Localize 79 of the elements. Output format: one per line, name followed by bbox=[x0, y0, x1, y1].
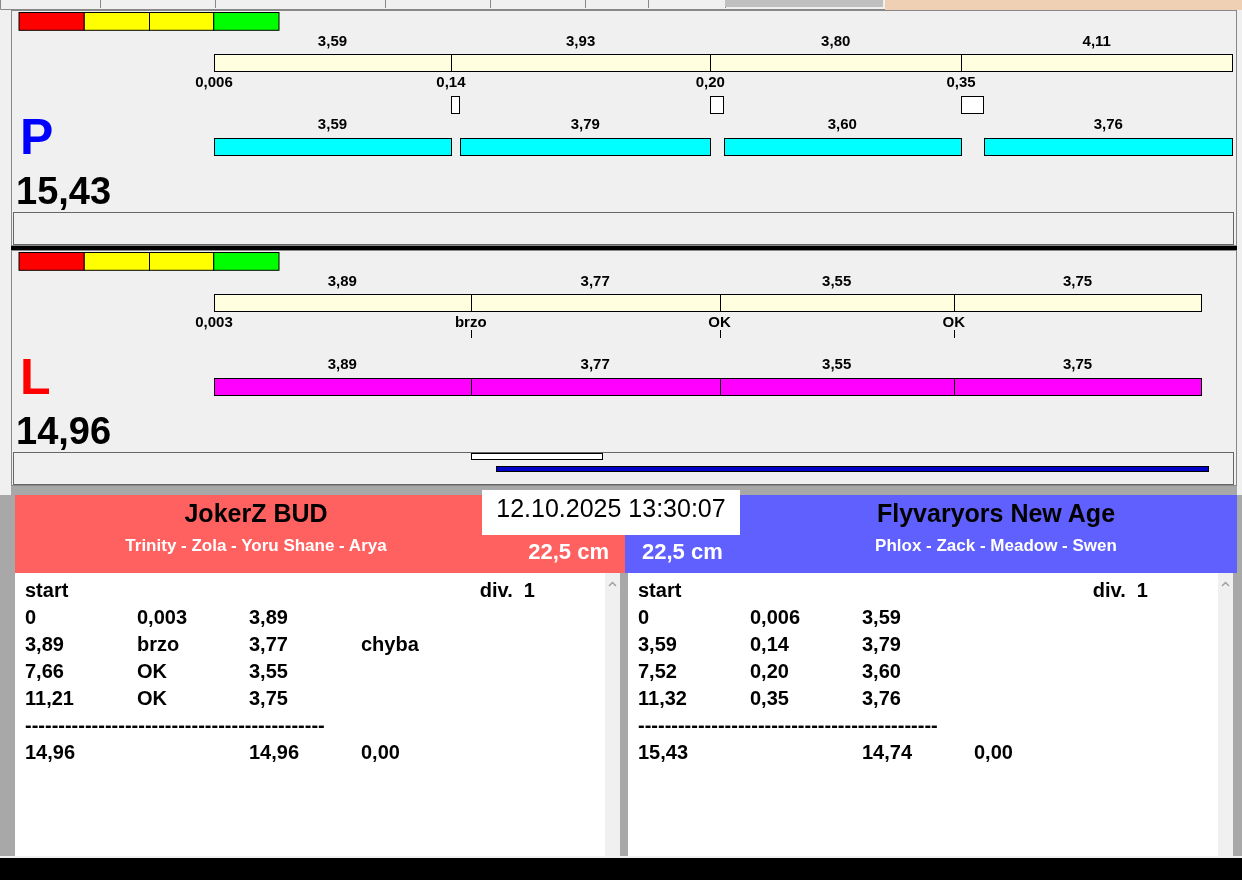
split-time: 3,93 bbox=[566, 32, 596, 49]
distance: 22,5 cm bbox=[641, 539, 724, 565]
result-cell-text: 3,55 bbox=[249, 659, 289, 684]
reaction-box bbox=[961, 95, 985, 114]
run-time: 3,79 bbox=[570, 115, 600, 132]
split-time: 3,89 bbox=[327, 272, 357, 289]
reaction-time: 0,14 bbox=[436, 73, 466, 90]
team-name: Flyvaryors New Age bbox=[875, 499, 1117, 528]
start-label: start bbox=[638, 578, 682, 603]
result-cell-text: 0,14 bbox=[750, 632, 790, 657]
result-cell-text: 7,66 bbox=[25, 659, 65, 684]
scrollbar[interactable] bbox=[605, 573, 620, 856]
run-time: 3,55 bbox=[822, 355, 852, 372]
split-time: 3,75 bbox=[1063, 272, 1093, 289]
result-cell-text: 0 bbox=[25, 605, 38, 630]
split-time: 3,55 bbox=[822, 272, 852, 289]
result-cell-text: OK bbox=[137, 659, 168, 684]
result-cell-text: 3,77 bbox=[249, 632, 289, 657]
result-cell-text: 14,74 bbox=[862, 740, 914, 765]
result-cell-text: 14,96 bbox=[25, 740, 77, 765]
reaction-box bbox=[450, 95, 461, 114]
date-time: 12.10.2025 13:30:07 bbox=[482, 490, 740, 535]
result-cell-text: 0,20 bbox=[750, 659, 790, 684]
result-cell-text: OK bbox=[137, 686, 168, 711]
result-cell-text: 7,52 bbox=[638, 659, 678, 684]
division-label: div. 1 bbox=[479, 578, 535, 603]
separator-line: --------------------------------------------- bbox=[25, 713, 326, 738]
result-cell-text: 0 bbox=[638, 605, 651, 630]
reaction-time: OK bbox=[708, 313, 731, 330]
run-time: 3,59 bbox=[317, 115, 348, 132]
result-cell-text: 14,96 bbox=[249, 740, 301, 765]
reaction-box bbox=[710, 95, 724, 114]
reaction-time: 0,003 bbox=[195, 313, 233, 330]
result-cell-text: 11,21 bbox=[25, 686, 75, 711]
run-time: 3,89 bbox=[327, 355, 357, 372]
result-cell-text: 15,43 bbox=[638, 740, 690, 765]
split-time: 4,11 bbox=[1082, 32, 1111, 49]
split-time: 3,77 bbox=[580, 272, 610, 289]
reaction-time: 0,35 bbox=[946, 73, 976, 90]
lane-total: 15,43 bbox=[16, 172, 113, 211]
result-cell-text: 0,35 bbox=[750, 686, 790, 711]
lane-letter: L bbox=[20, 354, 51, 401]
split-time: 3,59 bbox=[317, 32, 348, 49]
result-cell-text: 3,59 bbox=[862, 605, 902, 630]
result-cell-text: 0,00 bbox=[974, 740, 1014, 765]
result-cell-text: 0,006 bbox=[750, 605, 802, 630]
result-cell-text: 3,75 bbox=[249, 686, 289, 711]
split-time: 3,80 bbox=[821, 32, 851, 49]
reaction-time: brzo bbox=[454, 313, 487, 330]
run-time: 3,75 bbox=[1063, 355, 1093, 372]
run-time: 3,60 bbox=[827, 115, 857, 132]
reaction-time: 0,20 bbox=[695, 73, 725, 90]
result-cell-text: 0,003 bbox=[137, 605, 189, 630]
reaction-time: 0,006 bbox=[195, 73, 233, 90]
result-cell-text: 3,89 bbox=[25, 632, 65, 657]
scrollbar[interactable] bbox=[1218, 573, 1233, 856]
result-cell-text: 0,00 bbox=[361, 740, 401, 765]
team-members: Phlox - Zack - Meadow - Swen bbox=[874, 536, 1118, 556]
distance: 22,5 cm bbox=[527, 539, 610, 565]
result-cell-text: 11,32 bbox=[638, 686, 688, 711]
result-cell-text: chyba bbox=[361, 632, 420, 657]
lane-letter: P bbox=[20, 114, 54, 161]
scroll-up-icon[interactable] bbox=[608, 581, 617, 587]
team-members: Trinity - Zola - Yoru Shane - Arya bbox=[124, 536, 388, 556]
start-label: start bbox=[25, 578, 69, 603]
run-time: 3,76 bbox=[1093, 115, 1123, 132]
result-cell-text: 3,76 bbox=[862, 686, 902, 711]
result-cell-text: 3,59 bbox=[638, 632, 678, 657]
separator-line: --------------------------------------------- bbox=[638, 713, 939, 738]
lane-total: 14,96 bbox=[16, 412, 113, 451]
reaction-time: OK bbox=[942, 313, 966, 330]
result-cell-text: 3,79 bbox=[862, 632, 902, 657]
division-label: div. 1 bbox=[1092, 578, 1148, 603]
run-time: 3,77 bbox=[580, 355, 610, 372]
result-cell-text: 3,89 bbox=[249, 605, 289, 630]
scroll-up-icon[interactable] bbox=[1221, 581, 1230, 587]
team-name: JokerZ BUD bbox=[183, 499, 329, 528]
result-cell-text: brzo bbox=[137, 632, 181, 657]
result-cell-text: 3,60 bbox=[862, 659, 902, 684]
